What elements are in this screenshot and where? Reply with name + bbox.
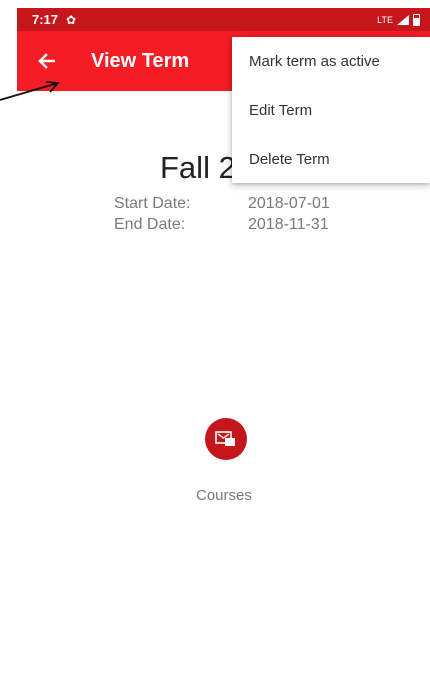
status-indicators: LTE [377,13,420,26]
courses-label: Courses [196,487,252,504]
overflow-menu: Mark term as active Edit Term Delete Ter… [232,37,430,183]
back-button[interactable] [34,49,58,73]
term-title: Fall 2 [160,150,236,185]
network-type: LTE [377,14,393,25]
courses-button[interactable] [205,418,247,460]
battery-icon [413,13,420,26]
page-title: View Term [91,49,190,72]
menu-item-edit-term[interactable]: Edit Term [232,86,430,135]
end-date-row: End Date: 2018-11-31 [114,216,330,237]
status-bar: 7:17 ✿ LTE [17,8,430,31]
arrow-back-icon [38,53,55,69]
gear-icon: ✿ [66,12,77,27]
signal-icon [397,14,409,25]
start-date-value: 2018-07-01 [248,195,330,212]
annotation-arrow-icon [0,81,60,101]
courses-icon [215,431,235,446]
status-time: 7:17 [32,12,59,27]
end-date-value: 2018-11-31 [248,216,329,233]
start-date-label: Start Date: [114,195,191,212]
screen: 7:17 ✿ LTE View Term Fall 2 Start Date: … [0,0,430,699]
menu-item-delete-term[interactable]: Delete Term [232,135,430,184]
menu-item-mark-active[interactable]: Mark term as active [232,37,430,86]
term-dates: Start Date: 2018-07-01 End Date: 2018-11… [114,195,330,237]
end-date-label: End Date: [114,216,186,233]
start-date-row: Start Date: 2018-07-01 [114,195,330,216]
